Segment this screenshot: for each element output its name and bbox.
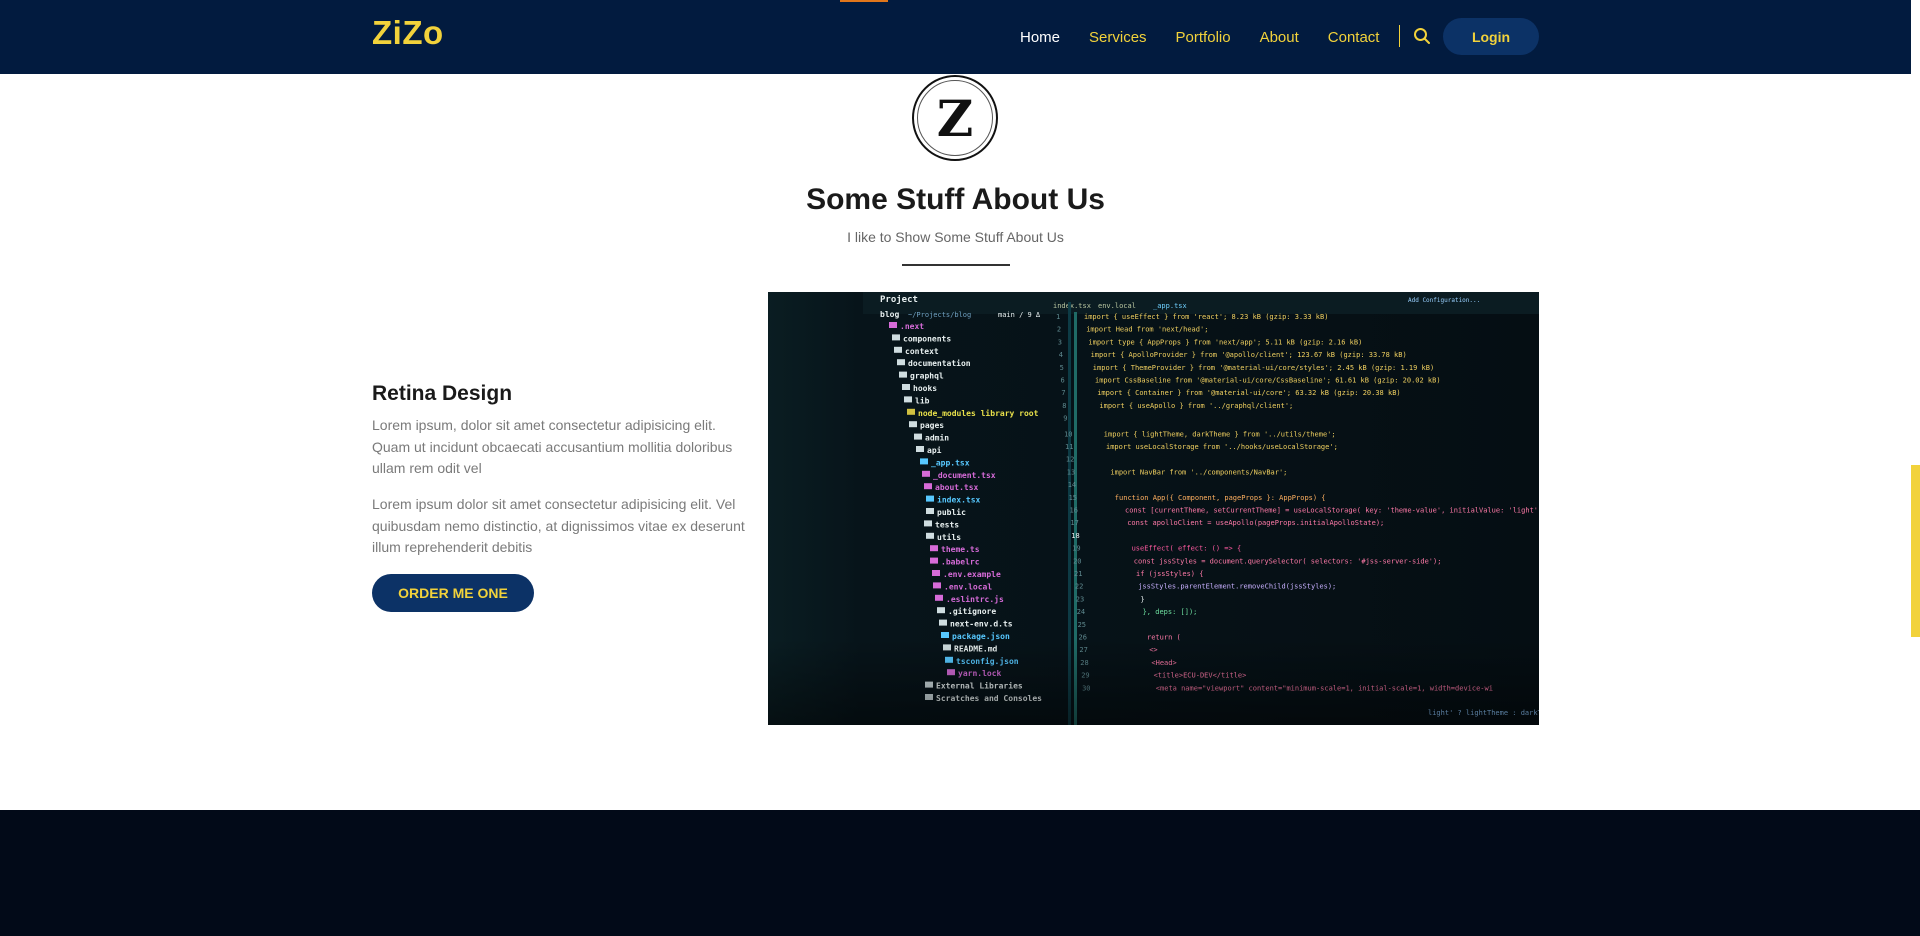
nav-link-portfolio[interactable]: Portfolio: [1176, 29, 1231, 46]
scroll-progress-bar: [840, 0, 888, 2]
nav-link-home[interactable]: Home: [1020, 29, 1060, 46]
about-logo: Z: [912, 75, 998, 161]
nav-link-contact[interactable]: Contact: [1328, 29, 1380, 46]
code-editor-illustration: Projectindex.tsxenv.local_app.tsxAdd Con…: [768, 292, 1539, 725]
title-underline: [902, 264, 1010, 266]
brand-logo[interactable]: ZiZo: [372, 14, 444, 52]
login-button[interactable]: Login: [1443, 18, 1539, 55]
about-logo-letter: Z: [917, 80, 993, 156]
search-icon[interactable]: [1413, 27, 1431, 45]
section-title: Some Stuff About Us: [806, 183, 1105, 216]
section-subtitle: I like to Show Some Stuff About Us: [847, 229, 1064, 245]
nav-links: Home Services Portfolio About Contact: [1020, 0, 1408, 74]
nav-link-about[interactable]: About: [1260, 29, 1299, 46]
scrollbar-track[interactable]: [1911, 0, 1920, 810]
nav-link-services[interactable]: Services: [1089, 29, 1147, 46]
feature-paragraph-1: Lorem ipsum, dolor sit amet consectetur …: [372, 417, 733, 476]
nav-divider: [1399, 25, 1400, 47]
navbar: ZiZo Home Services Portfolio About Conta…: [0, 0, 1911, 74]
code-editor-image: Projectindex.tsxenv.local_app.tsxAdd Con…: [768, 292, 1539, 725]
order-button[interactable]: ORDER ME ONE: [372, 574, 534, 612]
scrollbar-thumb[interactable]: [1911, 465, 1920, 637]
feature-title: Retina Design: [372, 382, 513, 405]
footer: [0, 810, 1920, 936]
feature-paragraph-2: Lorem ipsum dolor sit amet consectetur a…: [372, 496, 745, 555]
